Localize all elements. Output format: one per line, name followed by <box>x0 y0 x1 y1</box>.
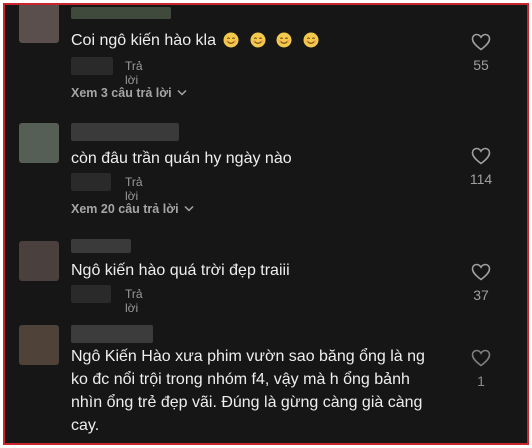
chevron-down-icon <box>184 201 194 215</box>
timestamp <box>71 285 111 303</box>
heart-icon <box>471 349 491 367</box>
like-button[interactable]: 1 <box>461 349 501 389</box>
timestamp <box>71 57 113 75</box>
comment-text: còn đâu trần quán hy ngày nào <box>71 150 292 167</box>
emoji-group <box>220 32 319 55</box>
avatar[interactable] <box>19 5 59 43</box>
heart-icon <box>471 263 491 281</box>
like-count: 114 <box>469 171 493 187</box>
chevron-down-icon <box>177 85 187 99</box>
avatar[interactable] <box>19 241 59 281</box>
like-count: 37 <box>473 287 489 303</box>
username[interactable] <box>71 123 179 141</box>
reply-button[interactable]: Trả lời <box>125 59 143 87</box>
username[interactable] <box>71 7 171 19</box>
timestamp <box>71 173 111 191</box>
smiling-face-emoji <box>250 32 266 48</box>
comment-text: Ngô kiến hào quá trời đẹp traiii <box>71 262 290 279</box>
like-button[interactable]: 114 <box>461 147 501 187</box>
reply-button[interactable]: Trả lời <box>125 175 143 203</box>
like-count: 1 <box>477 373 485 389</box>
avatar[interactable] <box>19 123 59 163</box>
smiling-face-emoji <box>276 32 292 48</box>
comment-text: Ngô Kiến Hào xưa phim vườn sao băng ổng … <box>71 348 425 434</box>
reply-button[interactable]: Trả lời <box>125 287 143 315</box>
heart-icon <box>471 147 491 165</box>
heart-icon <box>471 33 491 51</box>
like-button[interactable]: 55 <box>461 33 501 73</box>
comment-text: Coi ngô kiến hào kla <box>71 29 461 55</box>
avatar[interactable] <box>19 325 59 365</box>
like-count: 55 <box>473 57 489 73</box>
username[interactable] <box>71 239 131 253</box>
view-replies-button[interactable]: Xem 3 câu trả lời <box>71 85 187 100</box>
smiling-face-emoji <box>303 32 319 48</box>
like-button[interactable]: 37 <box>461 263 501 303</box>
smiling-face-emoji <box>223 32 239 48</box>
comments-panel: Coi ngô kiến hào kla Trả lời Xem 3 câu t… <box>3 3 529 445</box>
view-replies-button[interactable]: Xem 20 câu trả lời <box>71 201 194 216</box>
username[interactable] <box>71 325 153 343</box>
